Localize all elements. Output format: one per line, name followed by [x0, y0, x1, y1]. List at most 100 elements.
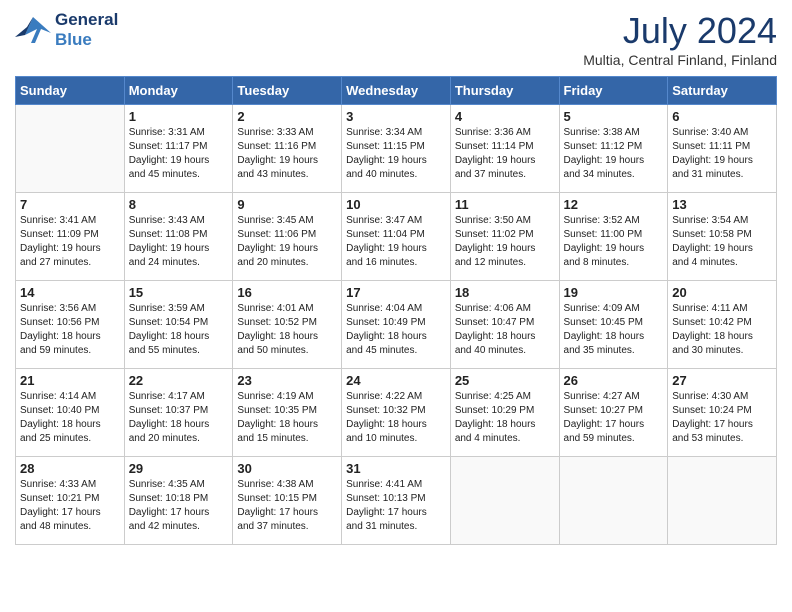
calendar-cell: [559, 457, 668, 545]
calendar-cell: 18 Sunrise: 4:06 AM Sunset: 10:47 PM Dayl…: [450, 281, 559, 369]
day-number: 23: [237, 373, 337, 388]
weekday-header-thursday: Thursday: [450, 77, 559, 105]
day-info: Sunrise: 4:04 AM Sunset: 10:49 PM Daylig…: [346, 302, 446, 358]
day-info: Sunrise: 3:50 AM Sunset: 11:02 PM Daylig…: [455, 214, 555, 270]
day-info: Sunrise: 4:33 AM Sunset: 10:21 PM Daylig…: [20, 478, 120, 534]
day-number: 8: [129, 197, 229, 212]
day-info: Sunrise: 3:41 AM Sunset: 11:09 PM Daylig…: [20, 214, 120, 270]
calendar-cell: 26Sunrise: 4:27 AM Sunset: 10:27 PM Dayl…: [559, 369, 668, 457]
day-info: Sunrise: 3:59 AM Sunset: 10:54 PM Daylig…: [129, 302, 229, 358]
day-number: 27: [672, 373, 772, 388]
day-info: Sunrise: 3:33 AM Sunset: 11:16 PM Daylig…: [237, 126, 337, 182]
day-number: 25: [455, 373, 555, 388]
day-info: Sunrise: 4:22 AM Sunset: 10:32 PM Daylig…: [346, 390, 446, 446]
calendar-header: SundayMondayTuesdayWednesdayThursdayFrid…: [16, 77, 777, 105]
weekday-header-row: SundayMondayTuesdayWednesdayThursdayFrid…: [16, 77, 777, 105]
calendar-table: SundayMondayTuesdayWednesdayThursdayFrid…: [15, 76, 777, 545]
calendar-cell: 5 Sunrise: 3:38 AM Sunset: 11:12 PM Dayli…: [559, 105, 668, 193]
weekday-header-sunday: Sunday: [16, 77, 125, 105]
calendar-cell: 28 Sunrise: 4:33 AM Sunset: 10:21 PM Dayl…: [16, 457, 125, 545]
day-number: 17: [346, 285, 446, 300]
day-info: Sunrise: 4:11 AM Sunset: 10:42 PM Daylig…: [672, 302, 772, 358]
day-info: Sunrise: 3:34 AM Sunset: 11:15 PM Daylig…: [346, 126, 446, 182]
calendar-cell: [16, 105, 125, 193]
day-number: 13: [672, 197, 772, 212]
page-header: General Blue July 2024 Multia, Central F…: [15, 10, 777, 68]
day-number: 5: [564, 109, 664, 124]
day-info: Sunrise: 3:47 AM Sunset: 11:04 PM Daylig…: [346, 214, 446, 270]
calendar-cell: 29Sunrise: 4:35 AM Sunset: 10:18 PM Dayl…: [124, 457, 233, 545]
day-info: Sunrise: 4:09 AM Sunset: 10:45 PM Daylig…: [564, 302, 664, 358]
day-info: Sunrise: 3:38 AM Sunset: 11:12 PM Daylig…: [564, 126, 664, 182]
day-info: Sunrise: 4:17 AM Sunset: 10:37 PM Daylig…: [129, 390, 229, 446]
day-number: 21: [20, 373, 120, 388]
calendar-cell: 13 Sunrise: 3:54 AM Sunset: 10:58 PM Dayl…: [668, 193, 777, 281]
day-info: Sunrise: 3:52 AM Sunset: 11:00 PM Daylig…: [564, 214, 664, 270]
day-number: 30: [237, 461, 337, 476]
day-info: Sunrise: 4:01 AM Sunset: 10:52 PM Daylig…: [237, 302, 337, 358]
calendar-cell: 12 Sunrise: 3:52 AM Sunset: 11:00 PM Dayl…: [559, 193, 668, 281]
calendar-week-row: 14 Sunrise: 3:56 AM Sunset: 10:56 PM Dayl…: [16, 281, 777, 369]
calendar-cell: 23Sunrise: 4:19 AM Sunset: 10:35 PM Dayl…: [233, 369, 342, 457]
calendar-cell: 10 Sunrise: 3:47 AM Sunset: 11:04 PM Dayl…: [342, 193, 451, 281]
calendar-cell: [668, 457, 777, 545]
day-number: 3: [346, 109, 446, 124]
calendar-body: 1 Sunrise: 3:31 AM Sunset: 11:17 PM Dayli…: [16, 105, 777, 545]
day-number: 22: [129, 373, 229, 388]
calendar-cell: 15 Sunrise: 3:59 AM Sunset: 10:54 PM Dayl…: [124, 281, 233, 369]
day-number: 11: [455, 197, 555, 212]
calendar-cell: 19 Sunrise: 4:09 AM Sunset: 10:45 PM Dayl…: [559, 281, 668, 369]
day-number: 15: [129, 285, 229, 300]
day-number: 4: [455, 109, 555, 124]
calendar-cell: 27 Sunrise: 4:30 AM Sunset: 10:24 PM Dayl…: [668, 369, 777, 457]
calendar-week-row: 7 Sunrise: 3:41 AM Sunset: 11:09 PM Dayli…: [16, 193, 777, 281]
day-info: Sunrise: 3:31 AM Sunset: 11:17 PM Daylig…: [129, 126, 229, 182]
day-number: 28: [20, 461, 120, 476]
weekday-header-tuesday: Tuesday: [233, 77, 342, 105]
day-info: Sunrise: 3:40 AM Sunset: 11:11 PM Daylig…: [672, 126, 772, 182]
calendar-cell: [450, 457, 559, 545]
calendar-cell: 17 Sunrise: 4:04 AM Sunset: 10:49 PM Dayl…: [342, 281, 451, 369]
day-info: Sunrise: 4:38 AM Sunset: 10:15 PM Daylig…: [237, 478, 337, 534]
logo-line1: General: [55, 10, 118, 30]
day-info: Sunrise: 3:43 AM Sunset: 11:08 PM Daylig…: [129, 214, 229, 270]
day-info: Sunrise: 3:45 AM Sunset: 11:06 PM Daylig…: [237, 214, 337, 270]
weekday-header-saturday: Saturday: [668, 77, 777, 105]
day-number: 1: [129, 109, 229, 124]
day-number: 20: [672, 285, 772, 300]
day-info: Sunrise: 4:35 AM Sunset: 10:18 PM Daylig…: [129, 478, 229, 534]
calendar-cell: 20 Sunrise: 4:11 AM Sunset: 10:42 PM Dayl…: [668, 281, 777, 369]
day-number: 19: [564, 285, 664, 300]
day-number: 12: [564, 197, 664, 212]
day-number: 26: [564, 373, 664, 388]
logo-line2: Blue: [55, 30, 118, 50]
calendar-cell: 22 Sunrise: 4:17 AM Sunset: 10:37 PM Dayl…: [124, 369, 233, 457]
calendar-cell: 1 Sunrise: 3:31 AM Sunset: 11:17 PM Dayli…: [124, 105, 233, 193]
day-info: Sunrise: 4:14 AM Sunset: 10:40 PM Daylig…: [20, 390, 120, 446]
day-info: Sunrise: 3:56 AM Sunset: 10:56 PM Daylig…: [20, 302, 120, 358]
calendar-cell: 31Sunrise: 4:41 AM Sunset: 10:13 PM Dayl…: [342, 457, 451, 545]
logo: General Blue: [15, 10, 118, 51]
month-year-title: July 2024: [583, 10, 777, 52]
day-number: 2: [237, 109, 337, 124]
calendar-cell: 6Sunrise: 3:40 AM Sunset: 11:11 PM Dayli…: [668, 105, 777, 193]
day-info: Sunrise: 4:25 AM Sunset: 10:29 PM Daylig…: [455, 390, 555, 446]
day-number: 9: [237, 197, 337, 212]
day-info: Sunrise: 4:30 AM Sunset: 10:24 PM Daylig…: [672, 390, 772, 446]
day-number: 18: [455, 285, 555, 300]
day-number: 14: [20, 285, 120, 300]
calendar-cell: 25 Sunrise: 4:25 AM Sunset: 10:29 PM Dayl…: [450, 369, 559, 457]
day-number: 7: [20, 197, 120, 212]
day-info: Sunrise: 4:41 AM Sunset: 10:13 PM Daylig…: [346, 478, 446, 534]
calendar-cell: 14 Sunrise: 3:56 AM Sunset: 10:56 PM Dayl…: [16, 281, 125, 369]
title-block: July 2024 Multia, Central Finland, Finla…: [583, 10, 777, 68]
calendar-cell: 9 Sunrise: 3:45 AM Sunset: 11:06 PM Dayli…: [233, 193, 342, 281]
weekday-header-monday: Monday: [124, 77, 233, 105]
calendar-cell: 16Sunrise: 4:01 AM Sunset: 10:52 PM Dayl…: [233, 281, 342, 369]
calendar-cell: 7 Sunrise: 3:41 AM Sunset: 11:09 PM Dayli…: [16, 193, 125, 281]
day-number: 10: [346, 197, 446, 212]
calendar-cell: 2 Sunrise: 3:33 AM Sunset: 11:16 PM Dayli…: [233, 105, 342, 193]
day-info: Sunrise: 3:54 AM Sunset: 10:58 PM Daylig…: [672, 214, 772, 270]
day-info: Sunrise: 4:06 AM Sunset: 10:47 PM Daylig…: [455, 302, 555, 358]
weekday-header-friday: Friday: [559, 77, 668, 105]
